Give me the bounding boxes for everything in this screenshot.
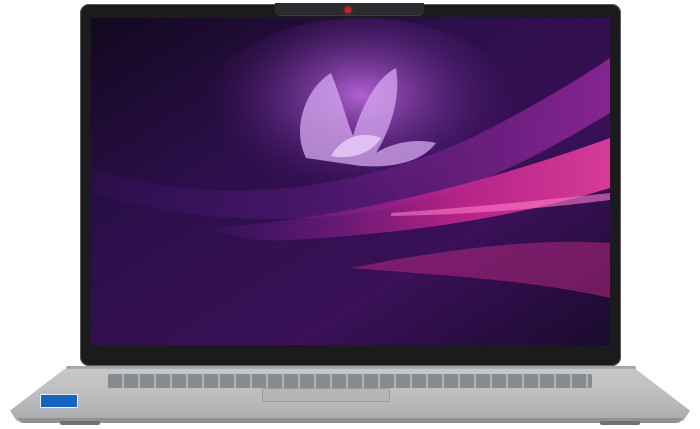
wallpaper <box>91 18 610 345</box>
display-screen <box>91 18 610 345</box>
touchpad <box>262 388 390 402</box>
keyboard <box>108 374 592 388</box>
webcam-icon <box>345 7 351 13</box>
rubber-foot-left <box>60 421 100 425</box>
processor-sticker <box>40 394 78 408</box>
rubber-foot-right <box>600 421 640 425</box>
front-edge <box>18 418 682 423</box>
